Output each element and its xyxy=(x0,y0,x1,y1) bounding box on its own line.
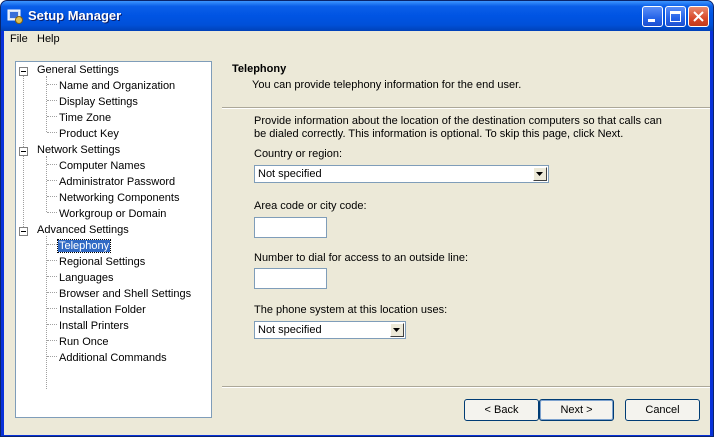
tree-item-label: Install Printers xyxy=(59,320,129,332)
phone-system-label: The phone system at this location uses: xyxy=(254,304,448,316)
tree-item-label: Time Zone xyxy=(59,112,112,124)
title-bar[interactable]: Setup Manager xyxy=(1,1,713,31)
tree-item-label: Languages xyxy=(59,272,114,284)
tree-item-product-key[interactable]: Product Key xyxy=(58,127,120,143)
tree-item-languages[interactable]: Languages xyxy=(58,271,114,287)
window-title: Setup Manager xyxy=(28,8,122,23)
client-area: File Help General Settings Name and Orga… xyxy=(4,31,710,435)
outside-line-label: Number to dial for access to an outside … xyxy=(254,252,469,264)
page-subtitle: You can provide telephony information fo… xyxy=(252,79,522,91)
tree-item-browser-and-shell-settings[interactable]: Browser and Shell Settings xyxy=(58,287,192,303)
tree-item-label: Networking Components xyxy=(59,192,180,204)
outside-line-field[interactable] xyxy=(254,268,327,289)
area-code-field[interactable] xyxy=(254,217,327,238)
menu-bar: File Help xyxy=(4,31,710,49)
collapse-advanced-icon[interactable] xyxy=(19,227,28,236)
tree-group-label: Advanced Settings xyxy=(37,224,129,236)
page-header: Telephony You can provide telephony info… xyxy=(222,62,710,107)
tree-item-label: Display Settings xyxy=(59,96,138,108)
tree-item-display-settings[interactable]: Display Settings xyxy=(58,95,139,111)
close-icon xyxy=(693,11,704,22)
collapse-general-icon[interactable] xyxy=(19,67,28,76)
tree-item-label: Product Key xyxy=(59,128,119,140)
tree-item-networking-components[interactable]: Networking Components xyxy=(58,191,180,207)
maximize-icon xyxy=(670,11,681,22)
tree-item-computer-names[interactable]: Computer Names xyxy=(58,159,146,175)
next-button[interactable]: Next > xyxy=(539,399,614,421)
country-label: Country or region: xyxy=(254,148,343,160)
tree-group-network[interactable]: Network Settings xyxy=(36,143,121,159)
phone-system-value: Not specified xyxy=(258,324,322,336)
tree-item-installation-folder[interactable]: Installation Folder xyxy=(58,303,147,319)
tree-item-label: Computer Names xyxy=(59,160,146,172)
tree-group-label: Network Settings xyxy=(37,144,121,156)
tree-item-label: Installation Folder xyxy=(59,304,146,316)
intro-text: Provide information about the location o… xyxy=(254,115,662,140)
setup-manager-window: Setup Manager File Help General Settings… xyxy=(0,0,714,437)
tree-item-administrator-password[interactable]: Administrator Password xyxy=(58,175,176,191)
tree-item-time-zone[interactable]: Time Zone xyxy=(58,111,112,127)
close-button[interactable] xyxy=(688,6,709,27)
footer-divider xyxy=(222,386,710,388)
maximize-button[interactable] xyxy=(665,6,686,27)
tree-item-label: Telephony xyxy=(56,239,112,253)
back-button[interactable]: < Back xyxy=(464,399,539,421)
country-select[interactable]: Not specified xyxy=(254,165,549,183)
phone-system-select[interactable]: Not specified xyxy=(254,321,406,339)
country-value: Not specified xyxy=(258,168,322,180)
minimize-icon xyxy=(648,19,655,22)
settings-tree[interactable]: General Settings Name and Organization D… xyxy=(15,61,212,418)
minimize-button[interactable] xyxy=(642,6,663,27)
cancel-button[interactable]: Cancel xyxy=(625,399,700,421)
menu-file[interactable]: File xyxy=(10,33,28,45)
tree-item-label: Administrator Password xyxy=(59,176,176,188)
tree-item-run-once[interactable]: Run Once xyxy=(58,335,110,351)
tree-item-additional-commands[interactable]: Additional Commands xyxy=(58,351,168,367)
tree-item-telephony[interactable]: Telephony xyxy=(56,239,112,255)
tree-item-label: Run Once xyxy=(59,336,109,348)
page-title: Telephony xyxy=(232,63,287,75)
tree-item-label: Workgroup or Domain xyxy=(59,208,167,220)
tree-group-general[interactable]: General Settings xyxy=(36,63,120,79)
tree-item-label: Name and Organization xyxy=(59,80,176,92)
tree-item-name-and-organization[interactable]: Name and Organization xyxy=(58,79,176,95)
setup-manager-icon xyxy=(7,9,23,24)
tree-item-regional-settings[interactable]: Regional Settings xyxy=(58,255,146,271)
collapse-network-icon[interactable] xyxy=(19,147,28,156)
tree-group-advanced[interactable]: Advanced Settings xyxy=(36,223,130,239)
tree-item-label: Additional Commands xyxy=(59,352,167,364)
tree-item-label: Regional Settings xyxy=(59,256,146,268)
tree-group-label: General Settings xyxy=(37,64,119,76)
tree-item-install-printers[interactable]: Install Printers xyxy=(58,319,130,335)
header-divider xyxy=(222,107,710,109)
area-code-label: Area code or city code: xyxy=(254,200,367,212)
tree-item-label: Browser and Shell Settings xyxy=(59,288,192,300)
chevron-down-icon[interactable] xyxy=(533,167,547,181)
tree-item-workgroup-or-domain[interactable]: Workgroup or Domain xyxy=(58,207,167,223)
chevron-down-icon[interactable] xyxy=(390,323,404,337)
menu-help[interactable]: Help xyxy=(37,33,60,45)
